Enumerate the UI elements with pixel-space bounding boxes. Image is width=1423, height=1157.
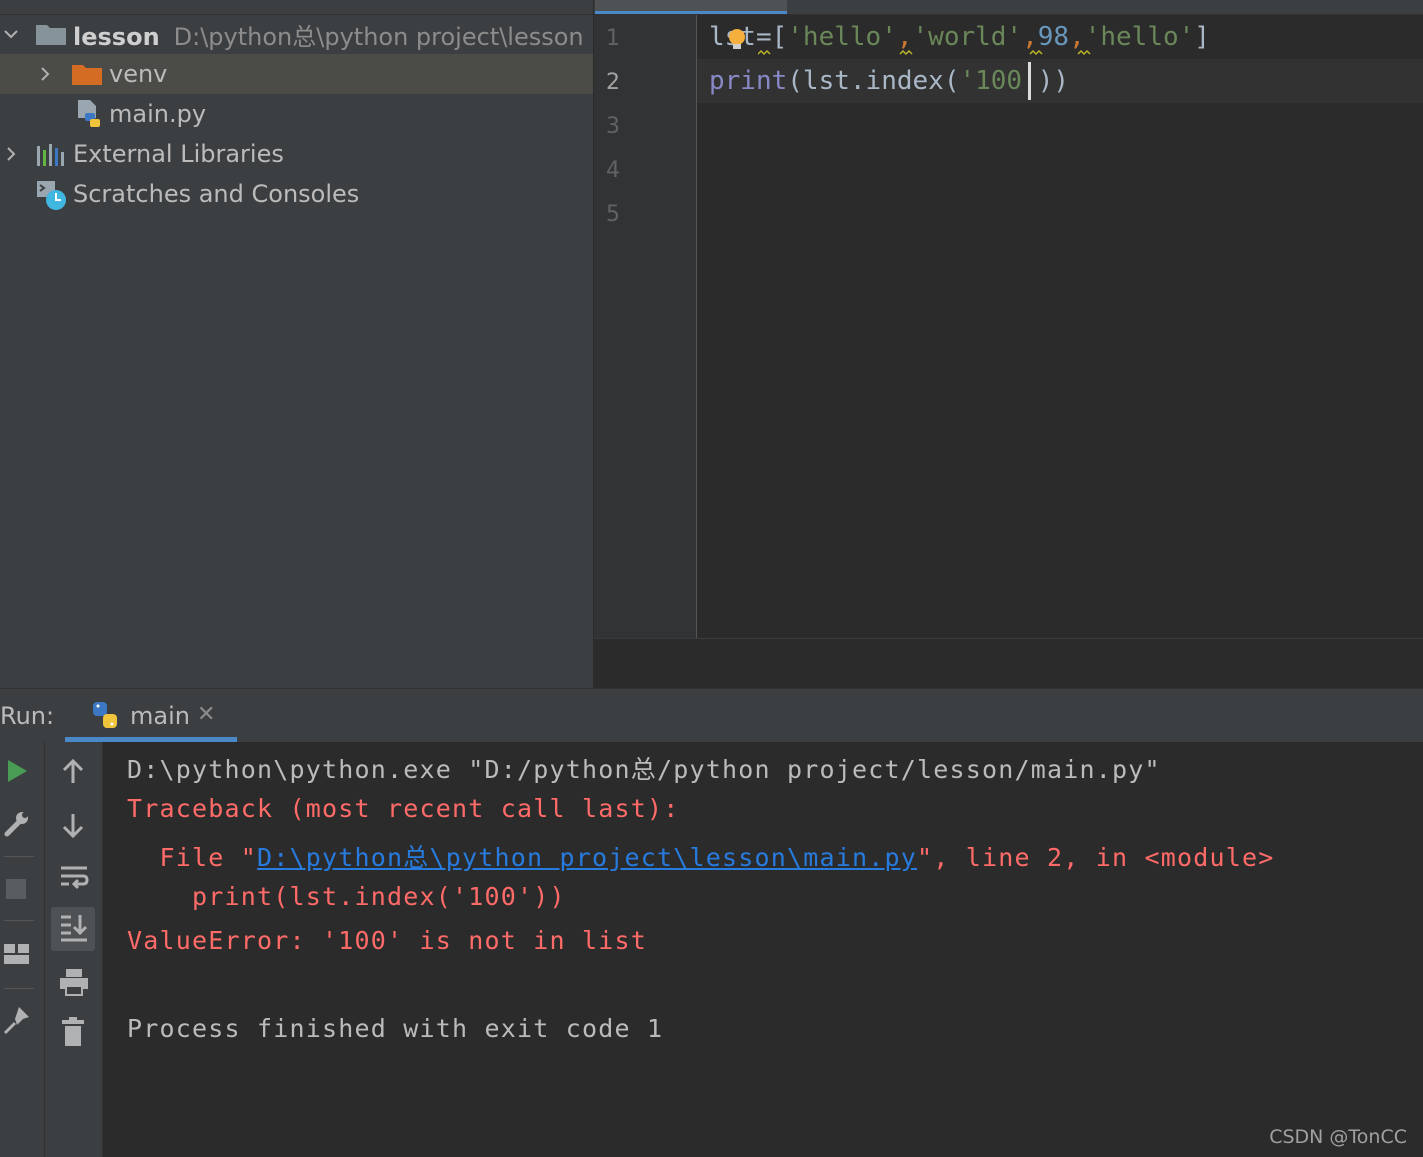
tree-item-label: venv — [109, 60, 168, 88]
chevron-right-icon[interactable] — [4, 147, 18, 161]
tree-item-label: main.py — [109, 100, 207, 128]
editor-tab-main-py[interactable] — [595, 0, 787, 14]
line-number: 5 — [606, 202, 620, 227]
console-code-line: print(lst.index('100')) — [127, 882, 566, 911]
stop-icon[interactable] — [5, 878, 27, 900]
code-token: ] — [1194, 22, 1210, 52]
console-file-link[interactable]: D:\python总\python project\lesson\main.py — [257, 843, 917, 872]
text-caret — [1028, 62, 1031, 100]
toolbar-separator — [4, 988, 34, 989]
lightbulb-icon[interactable] — [727, 28, 747, 50]
console-exit-line: Process finished with exit code 1 — [127, 1014, 664, 1043]
project-toolbar-strip — [0, 0, 593, 15]
tree-item-lesson[interactable]: lesson D:\python总\python project\lesson — [0, 14, 593, 54]
toolbar-separator — [4, 856, 34, 857]
soft-wrap-icon[interactable] — [59, 864, 89, 892]
line-number: 2 — [606, 70, 620, 95]
tree-item-venv[interactable]: venv — [0, 54, 593, 94]
trash-icon[interactable] — [61, 1017, 85, 1047]
library-icon — [37, 144, 64, 166]
tree-root-name: lesson — [73, 22, 160, 51]
rerun-icon[interactable] — [6, 759, 28, 783]
line-number: 3 — [606, 114, 620, 139]
console-command-line: D:\python\python.exe "D:/python总/python … — [127, 755, 1161, 784]
arrow-down-icon[interactable] — [61, 812, 85, 838]
code-token: (lst.index( — [787, 66, 960, 96]
project-tool-window: lesson D:\python总\python project\lesson v… — [0, 0, 593, 688]
watermark: CSDN @TonCC — [1269, 1126, 1407, 1148]
folder-icon — [36, 25, 66, 45]
wrench-icon[interactable] — [3, 810, 31, 838]
console-file-suffix: ", line 2, in <module> — [917, 843, 1275, 872]
editor-footer — [594, 638, 1423, 689]
code-token: '100' — [959, 66, 1038, 96]
tree-item-external-libraries[interactable]: External Libraries — [0, 134, 593, 174]
arrow-up-icon[interactable] — [61, 759, 85, 785]
chevron-down-icon[interactable] — [4, 27, 18, 41]
code-line-2[interactable]: print(lst.index('100')) — [709, 66, 1069, 96]
scroll-to-end-icon — [61, 915, 88, 942]
console-file-prefix: File " — [127, 843, 258, 872]
folder-excluded-icon — [72, 65, 102, 85]
code-token: )) — [1037, 66, 1070, 96]
run-tab-label: main — [130, 702, 190, 730]
editor-gutter — [594, 15, 697, 638]
code-token: 'hello' — [1084, 22, 1195, 52]
pin-icon[interactable] — [3, 1005, 31, 1035]
console-file-line: File "D:\python总\python project\lesson\m… — [127, 838, 1275, 874]
print-icon[interactable] — [59, 967, 89, 997]
editor-code-area[interactable] — [697, 15, 1423, 638]
python-icon — [93, 702, 117, 728]
tree-root-path: D:\python总\python project\lesson — [173, 22, 584, 51]
layout-icon[interactable] — [3, 942, 31, 966]
line-number: 4 — [606, 158, 620, 183]
tree-item-label: Scratches and Consoles — [73, 180, 360, 208]
run-title: Run: — [0, 702, 55, 730]
code-token: print — [709, 66, 788, 96]
chevron-right-icon[interactable] — [38, 67, 52, 81]
tree-item-scratches[interactable]: Scratches and Consoles — [0, 174, 593, 214]
scratches-icon — [37, 181, 66, 210]
toolbar-separator — [4, 920, 34, 921]
python-file-icon — [78, 100, 100, 127]
line-number: 1 — [606, 26, 620, 51]
console-traceback-line: Traceback (most recent call last): — [127, 794, 680, 823]
close-icon[interactable]: ✕ — [197, 702, 215, 727]
warning-squiggles — [758, 49, 1091, 56]
console-error-line: ValueError: '100' is not in list — [127, 926, 648, 955]
tree-item-label: External Libraries — [73, 140, 284, 168]
tree-item-main-py[interactable]: main.py — [0, 94, 593, 134]
